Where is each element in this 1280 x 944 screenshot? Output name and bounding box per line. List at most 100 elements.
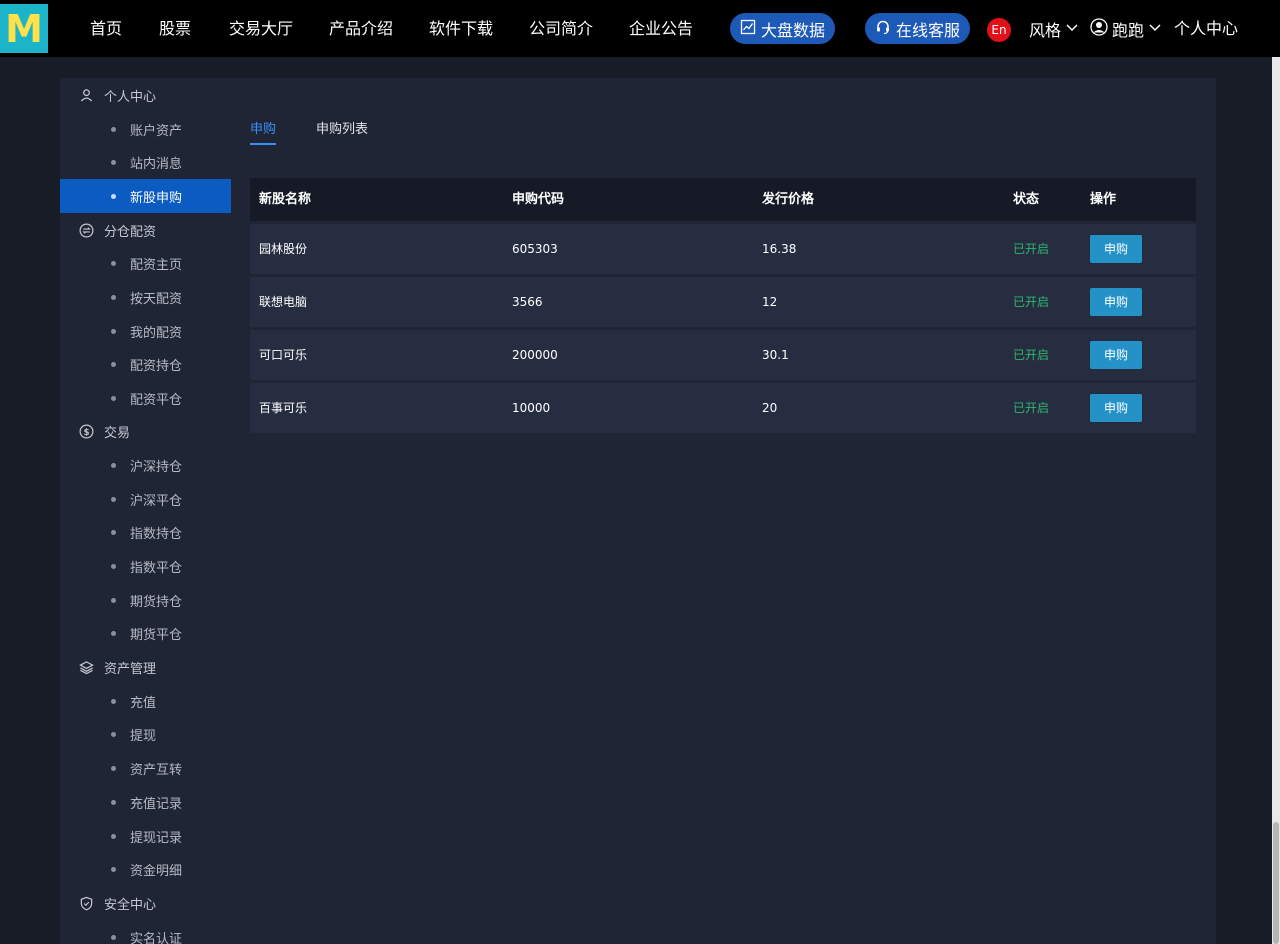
nav-personal-center[interactable]: 个人中心: [1174, 0, 1238, 57]
nav-item-trading-hall[interactable]: 交易大厅: [229, 0, 293, 57]
status-badge: 已开启: [1013, 295, 1050, 309]
sidebar-item-daily-allocation[interactable]: 按天配资: [60, 280, 231, 314]
chart-line-icon: [740, 19, 756, 39]
chevron-down-icon: [1065, 19, 1079, 38]
table-row: 联想电脑 3566 12 已开启 申购: [250, 277, 1196, 327]
sidebar-item-label: 提现记录: [130, 830, 183, 846]
sidebar-item-label: 沪深平仓: [130, 493, 183, 509]
nav-item-stocks[interactable]: 股票: [159, 0, 191, 57]
subscribe-button[interactable]: 申购: [1090, 235, 1142, 263]
table-row: 园林股份 605303 16.38 已开启 申购: [250, 224, 1196, 274]
column-header-status: 状态: [1013, 192, 1040, 207]
nav-item-products[interactable]: 产品介绍: [329, 0, 393, 57]
sidebar-item-sh-sz-closed[interactable]: 沪深平仓: [60, 482, 231, 516]
sidebar-item-asset-transfer[interactable]: 资产互转: [60, 751, 231, 785]
sidebar-item-label: 指数平仓: [130, 560, 183, 576]
top-navigation-bar: M 首页 股票 交易大厅 产品介绍 软件下载 公司简介 企业公告 大盘数据 在线…: [0, 0, 1280, 57]
sidebar-item-allocation-closed[interactable]: 配资平仓: [60, 381, 231, 415]
logo-letter: M: [5, 6, 43, 51]
sidebar-item-withdraw-records[interactable]: 提现记录: [60, 819, 231, 853]
cell-price: 12: [762, 295, 778, 309]
main-panel: 个人中心 账户资产 站内消息 新股申购 分仓配资 配资主页 按天配资 我的配资 …: [60, 78, 1216, 944]
page-scrollbar[interactable]: [1272, 57, 1280, 944]
ipo-table: 新股名称 申购代码 发行价格 状态 操作 园林股份 605303 16.38 已…: [250, 178, 1196, 433]
sidebar-item-index-positions[interactable]: 指数持仓: [60, 515, 231, 549]
sidebar-item-futures-closed[interactable]: 期货平仓: [60, 616, 231, 650]
chevron-down-icon: [1148, 19, 1162, 38]
user-dropdown[interactable]: 跑跑: [1090, 0, 1162, 57]
cell-code: 605303: [512, 242, 558, 256]
sidebar-item-label: 配资持仓: [130, 358, 183, 374]
sidebar-item-label: 配资平仓: [130, 392, 183, 408]
cell-price: 30.1: [762, 348, 789, 362]
nav-item-downloads[interactable]: 软件下载: [429, 0, 493, 57]
sidebar-section-security[interactable]: 安全中心: [60, 886, 231, 920]
nav-item-announcements[interactable]: 企业公告: [629, 0, 693, 57]
sidebar-section-label: 分仓配资: [104, 224, 157, 240]
sidebar-item-allocation-positions[interactable]: 配资持仓: [60, 347, 231, 381]
sidebar-item-label: 资金明细: [130, 863, 183, 879]
status-badge: 已开启: [1013, 242, 1050, 256]
sidebar-item-label: 账户资产: [130, 123, 183, 139]
sidebar-section-label: 交易: [104, 425, 131, 441]
sidebar-section-trade[interactable]: $ 交易: [60, 414, 231, 448]
cell-name: 园林股份: [259, 242, 308, 256]
sidebar-item-site-messages[interactable]: 站内消息: [60, 145, 231, 179]
sidebar-item-identity-verification[interactable]: 实名认证: [60, 920, 231, 944]
sidebar-item-withdraw[interactable]: 提现: [60, 717, 231, 751]
sidebar-item-account-assets[interactable]: 账户资产: [60, 112, 231, 146]
subscribe-button[interactable]: 申购: [1090, 288, 1142, 316]
sidebar-item-allocation-home[interactable]: 配资主页: [60, 246, 231, 280]
sidebar-item-label: 充值记录: [130, 796, 183, 812]
sidebar-section-asset-management[interactable]: 资产管理: [60, 650, 231, 684]
sidebar-item-recharge[interactable]: 充值: [60, 684, 231, 718]
online-service-button[interactable]: 在线客服: [865, 13, 971, 44]
column-header-code: 申购代码: [512, 192, 565, 207]
language-switch[interactable]: En: [987, 18, 1011, 42]
cell-price: 16.38: [762, 242, 797, 256]
subscribe-button[interactable]: 申购: [1090, 394, 1142, 422]
table-row: 百事可乐 10000 20 已开启 申购: [250, 383, 1196, 433]
sidebar-item-index-closed[interactable]: 指数平仓: [60, 549, 231, 583]
sidebar-item-fund-details[interactable]: 资金明细: [60, 852, 231, 886]
nav-item-home[interactable]: 首页: [90, 0, 122, 57]
online-service-label: 在线客服: [896, 20, 961, 40]
sidebar-item-my-allocation[interactable]: 我的配资: [60, 314, 231, 348]
sidebar-section-label: 安全中心: [104, 897, 157, 913]
sidebar-item-label: 期货平仓: [130, 627, 183, 643]
sidebar-item-sh-sz-positions[interactable]: 沪深持仓: [60, 448, 231, 482]
sidebar-item-recharge-records[interactable]: 充值记录: [60, 785, 231, 819]
sidebar-item-futures-positions[interactable]: 期货持仓: [60, 583, 231, 617]
sidebar-item-label: 我的配资: [130, 325, 183, 341]
user-icon: [78, 87, 94, 103]
sidebar-item-label: 充值: [130, 695, 157, 711]
subscribe-button[interactable]: 申购: [1090, 341, 1142, 369]
column-header-name: 新股名称: [259, 192, 312, 207]
sidebar-item-label: 新股申购: [130, 190, 183, 206]
market-data-button[interactable]: 大盘数据: [730, 13, 836, 44]
tab-subscribe-list[interactable]: 申购列表: [316, 118, 368, 146]
sidebar-item-label: 配资主页: [130, 257, 183, 273]
cell-code: 200000: [512, 348, 558, 362]
sidebar-item-label: 指数持仓: [130, 526, 183, 542]
sidebar: 个人中心 账户资产 站内消息 新股申购 分仓配资 配资主页 按天配资 我的配资 …: [60, 78, 231, 944]
sidebar-item-label: 实名认证: [130, 931, 183, 944]
headset-icon: [875, 19, 891, 39]
cell-code: 3566: [512, 295, 543, 309]
user-name: 跑跑: [1112, 20, 1145, 40]
column-header-price: 发行价格: [762, 192, 815, 207]
nav-item-company[interactable]: 公司简介: [529, 0, 593, 57]
sidebar-item-label: 期货持仓: [130, 594, 183, 610]
style-dropdown[interactable]: 风格: [1029, 0, 1079, 57]
status-badge: 已开启: [1013, 348, 1050, 362]
column-header-action: 操作: [1090, 192, 1117, 207]
sidebar-section-allocation[interactable]: 分仓配资: [60, 213, 231, 247]
tab-subscribe[interactable]: 申购: [250, 118, 277, 146]
sidebar-item-ipo-subscribe[interactable]: 新股申购: [60, 179, 231, 213]
market-data-label: 大盘数据: [761, 20, 826, 40]
logo[interactable]: M: [0, 4, 48, 53]
scrollbar-thumb[interactable]: [1273, 822, 1279, 944]
sidebar-section-personal-center[interactable]: 个人中心: [60, 78, 231, 112]
sidebar-section-label: 个人中心: [104, 89, 157, 105]
sidebar-item-label: 按天配资: [130, 291, 183, 307]
